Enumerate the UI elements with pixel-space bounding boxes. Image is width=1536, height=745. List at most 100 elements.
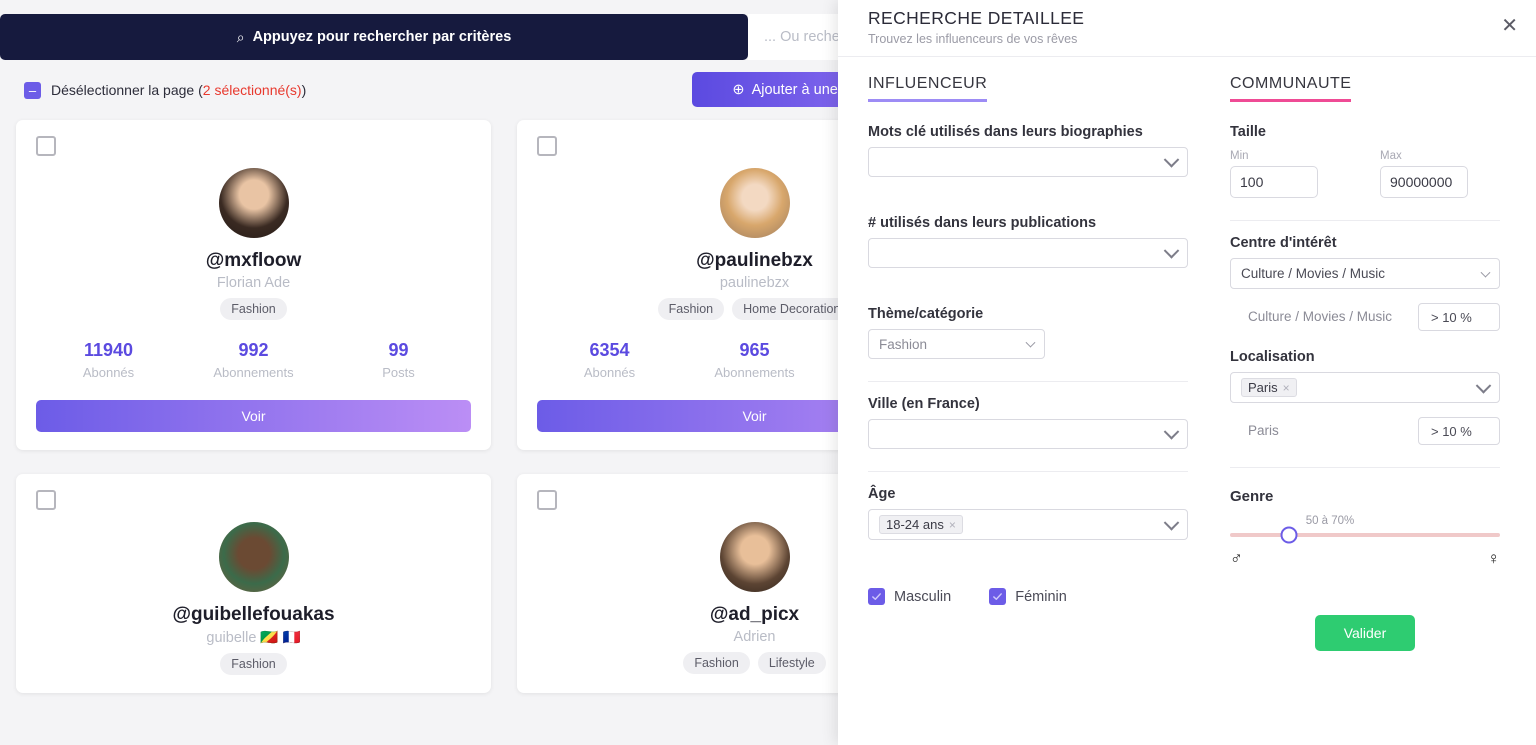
genre-slider[interactable] [1230,526,1500,544]
stat-value: 6354 [589,340,630,360]
chevron-down-icon [1163,424,1180,440]
divider [868,471,1188,472]
chevron-down-icon [1163,514,1180,531]
location-chip[interactable]: Paris × [1241,378,1297,397]
search-icon: ⌕ [236,28,245,45]
stat-item: 6354 Abonnés [537,340,682,380]
genre-field: Genre 50 à 70% ♂ ♀ [1230,488,1500,569]
location-chip-label: Paris [1248,380,1278,395]
criteria-search-button[interactable]: ⌕ Appuyez pour rechercher par critères [0,14,748,60]
keywords-label: Mots clé utilisés dans leurs biographies [868,124,1143,140]
location-threshold-value: > 10 % [1431,423,1472,439]
tag-list: Fashion [36,298,471,320]
tag: Lifestyle [757,652,826,674]
remove-chip-icon[interactable]: × [1283,381,1290,395]
age-chip[interactable]: 18-24 ans × [879,515,963,534]
stat-value: 11940 [83,340,134,360]
search-row: ⌕ Appuyez pour rechercher par critères .… [0,14,900,60]
size-min-group: Min [1230,150,1318,198]
max-label: Max [1380,150,1402,162]
tag: Fashion [220,298,287,320]
card-select-checkbox[interactable] [537,490,557,510]
age-select[interactable]: 18-24 ans × [868,509,1188,540]
divider [1230,220,1500,221]
selected-count: 2 sélectionné(s) [202,82,302,98]
chevron-down-icon [1475,377,1492,394]
chevron-down-icon [1025,337,1036,348]
checkmark-icon [868,588,885,605]
deselect-page-checkbox[interactable]: – [24,81,41,99]
stat-label: Abonnés [82,365,135,380]
deselect-text: Désélectionner la page ( [51,82,203,98]
deselect-page-label[interactable]: Désélectionner la page (2 sélectionné(s)… [51,82,306,98]
interest-label: Centre d'intérêt [1230,235,1337,251]
female-icon: ♀ [1487,549,1500,568]
avatar [218,522,289,592]
chevron-down-icon [1480,267,1491,278]
card-select-checkbox[interactable] [36,490,56,510]
divider [1230,467,1500,468]
stat-value: 99 [388,340,409,360]
stat-label: Abonnements [213,365,294,380]
view-profile-button[interactable]: Voir [36,400,471,432]
influencer-card[interactable]: @mxfloow Florian Ade Fashion 11940 Abonn… [16,120,491,450]
tag-list: Fashion [36,653,471,675]
interest-select[interactable]: Culture / Movies / Music [1230,258,1500,289]
city-select[interactable] [868,419,1188,449]
hashtags-select[interactable] [868,238,1188,268]
remove-chip-icon[interactable]: × [949,518,956,532]
min-label: Min [1230,150,1249,162]
location-threshold-select[interactable]: > 10 % [1418,417,1500,445]
tag: Fashion [683,652,750,674]
chevron-down-icon [1163,152,1180,168]
card-select-checkbox[interactable] [36,136,56,156]
interest-sub-label: Culture / Movies / Music [1248,308,1393,324]
keywords-select[interactable] [868,147,1188,177]
influencer-column: INFLUENCEUR Mots clé utilisés dans leurs… [838,75,1218,651]
modal-subtitle: Trouvez les influenceurs de vos rêves [868,32,1078,46]
age-label: Âge [868,486,896,502]
genre-range-label: 50 à 70% [1305,515,1355,527]
interest-threshold-select[interactable]: > 10 % [1418,303,1500,331]
card-select-checkbox[interactable] [537,136,557,156]
chevron-down-icon [1163,243,1180,259]
checkmark-icon [989,588,1007,605]
interest-threshold-value: > 10 % [1431,309,1472,325]
city-label: Ville (en France) [868,396,980,412]
theme-value: Fashion [879,336,928,352]
validate-button[interactable]: Valider [1315,615,1415,651]
genre-slider-handle[interactable] [1280,526,1298,544]
interest-value: Culture / Movies / Music [1241,266,1386,281]
tag: Fashion [220,653,287,675]
theme-field: Thème/catégorie Fashion [868,306,1188,359]
stat-label: Abonnés [583,365,636,380]
location-threshold-row: Paris > 10 % [1230,417,1500,445]
hashtags-field: # utilisés dans leurs publications [868,215,1188,268]
influencer-card[interactable]: @guibellefouakas guibelle 🇨🇬 🇫🇷 Fashion [16,474,491,693]
location-select[interactable]: Paris × [1230,372,1500,403]
close-icon[interactable]: ✕ [1501,16,1518,36]
theme-select[interactable]: Fashion [868,329,1045,359]
feminin-checkbox[interactable]: Féminin [989,588,1067,605]
stat-value: 965 [739,340,770,360]
tag: Fashion [657,298,725,320]
stat-label: Abonnements [714,365,795,380]
theme-label: Thème/catégorie [868,306,984,322]
interest-threshold-row: Culture / Movies / Music > 10 % [1230,303,1500,331]
size-max-input[interactable] [1380,166,1468,198]
minus-icon: – [28,82,37,98]
criteria-search-label: Appuyez pour rechercher par critères [252,29,512,45]
influencer-fullname: Florian Ade [216,275,291,291]
location-field: Localisation Paris × Paris > 10 % [1230,349,1500,445]
masculin-checkbox[interactable]: Masculin [868,588,951,605]
location-sub-label: Paris [1248,422,1279,438]
influencer-handle: @guibellefouakas [172,604,335,625]
divider [868,381,1188,382]
interest-field: Centre d'intérêt Culture / Movies / Musi… [1230,235,1500,331]
modal-header: RECHERCHE DETAILLEE Trouvez les influenc… [838,0,1536,56]
age-chip-label: 18-24 ans [886,517,944,532]
size-min-input[interactable] [1230,166,1318,198]
stat-value: 992 [238,340,269,360]
location-label: Localisation [1230,349,1315,365]
stat-item: 992 Abonnements [181,340,326,380]
